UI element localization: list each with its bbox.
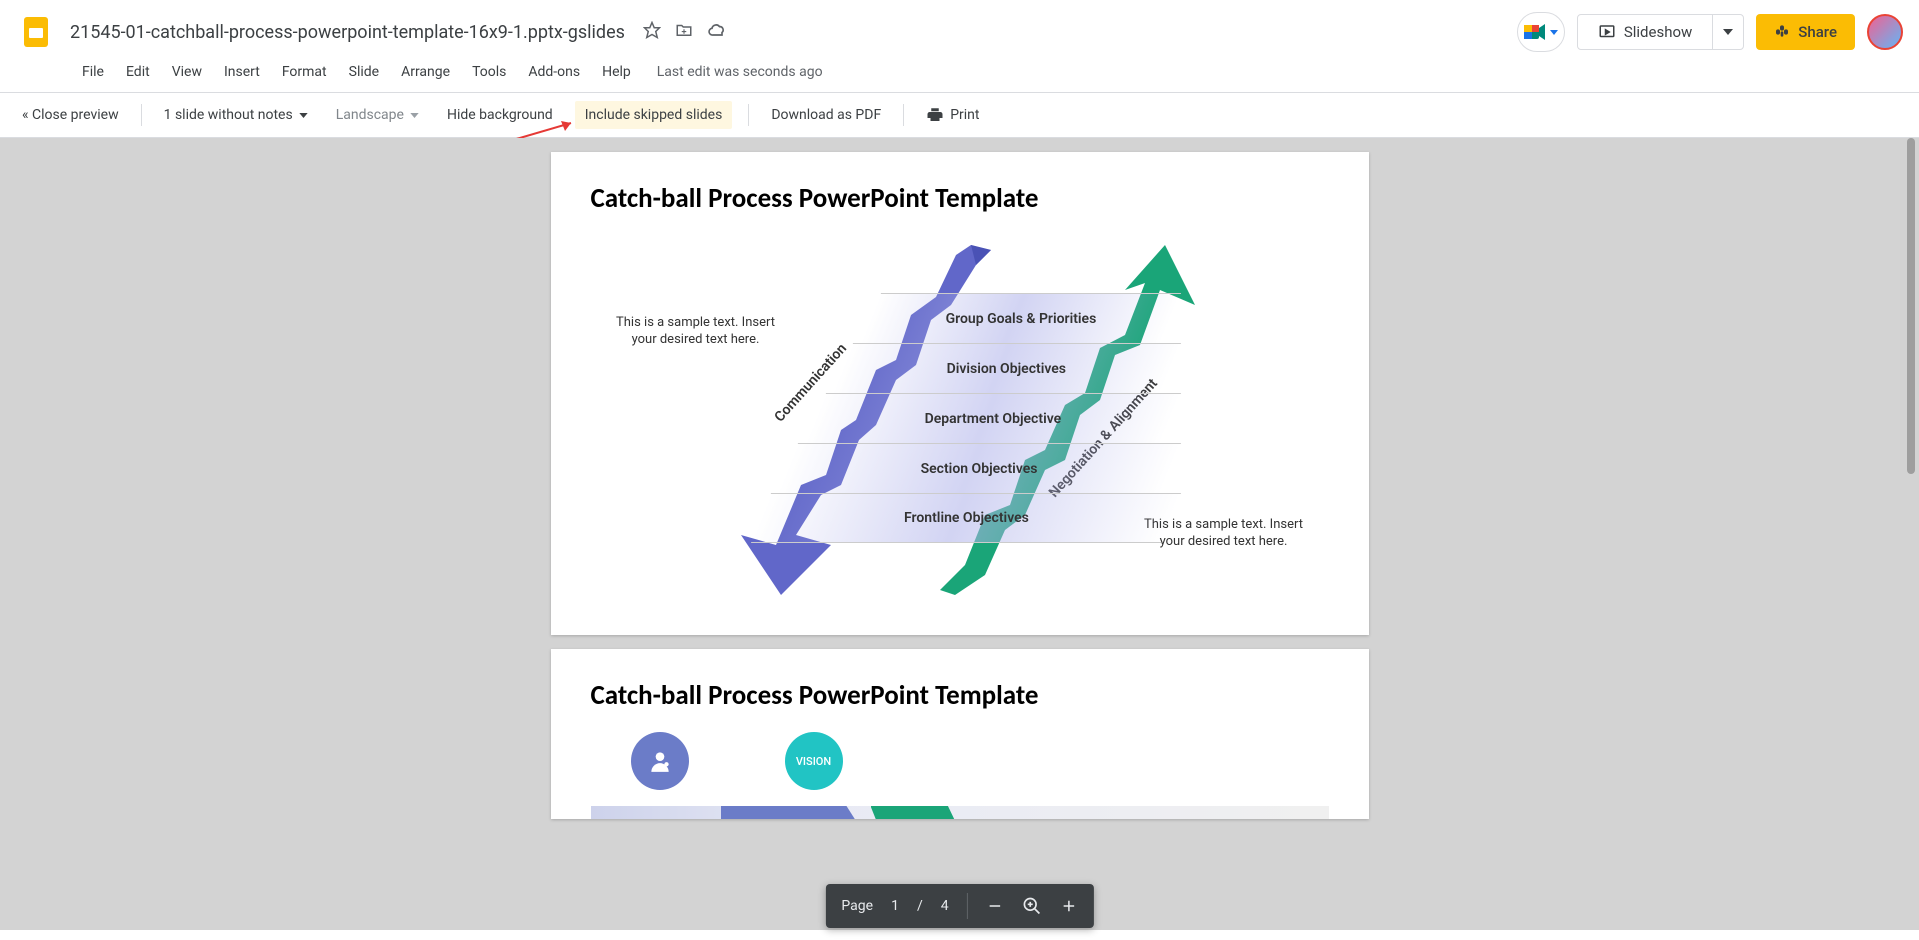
meet-button[interactable] [1517,12,1565,52]
page-separator: / [917,898,923,914]
page-label: Page [841,898,873,914]
slide-title: Catch-ball Process PowerPoint Template [591,679,1329,712]
move-icon[interactable] [675,21,693,43]
zoom-out-icon[interactable] [986,897,1004,915]
process-bar-bg [591,806,1329,819]
sample-text-left: This is a sample text. Insert your desir… [611,315,781,349]
slideshow-button-group: Slideshow [1577,14,1744,50]
orientation-dropdown[interactable]: Landscape [330,103,425,127]
row-frontline: Frontline Objectives [750,493,1180,543]
print-button[interactable]: Print [920,102,985,128]
menu-arrange[interactable]: Arrange [391,60,460,84]
menu-insert[interactable]: Insert [214,60,270,84]
page-current[interactable]: 1 [891,898,899,914]
slides-logo[interactable] [16,12,56,52]
menu-tools[interactable]: Tools [462,60,516,84]
slide-2: Catch-ball Process PowerPoint Template V… [551,649,1369,819]
menubar: File Edit View Insert Format Slide Arran… [16,56,1903,92]
zoom-toolbar: Page 1 / 4 [825,884,1093,928]
last-edit-text[interactable]: Last edit was seconds ago [643,60,837,84]
slide-title: Catch-ball Process PowerPoint Template [591,182,1329,215]
menu-view[interactable]: View [162,60,212,84]
slideshow-dropdown[interactable] [1712,15,1743,49]
slideshow-button[interactable]: Slideshow [1578,15,1712,49]
user-circle-icon [631,732,689,790]
menu-format[interactable]: Format [272,60,337,84]
row-group-goals: Group Goals & Priorities [860,293,1180,343]
star-icon[interactable] [643,21,661,43]
row-department: Department Objective [805,393,1180,443]
close-preview-button[interactable]: « Close preview [16,103,125,127]
slide-1: Catch-ball Process PowerPoint Template T… [551,152,1369,635]
document-title[interactable]: 21545-01-catchball-process-powerpoint-te… [64,20,631,45]
process-bar-blue [721,806,861,819]
print-preview-toolbar: « Close preview 1 slide without notes La… [0,92,1919,138]
row-division: Division Objectives [832,343,1180,393]
menu-file[interactable]: File [72,60,114,84]
objectives-rows: Group Goals & Priorities Division Object… [761,293,1171,543]
account-avatar[interactable] [1867,14,1903,50]
menu-help[interactable]: Help [592,60,641,84]
preview-canvas[interactable]: Catch-ball Process PowerPoint Template T… [0,138,1919,930]
row-section: Section Objectives [777,443,1180,493]
hide-background-button[interactable]: Hide background [441,103,559,127]
zoom-in-icon[interactable] [1060,897,1078,915]
share-button[interactable]: Share [1756,14,1855,50]
page-total: 4 [941,898,949,914]
cloud-icon[interactable] [707,20,727,44]
process-bar-measure: Measure [871,806,959,819]
zoom-fit-icon[interactable] [1022,896,1042,916]
vision-circle: VISION [785,732,843,790]
include-skipped-slides-button[interactable]: Include skipped slides [575,101,733,129]
menu-edit[interactable]: Edit [116,60,160,84]
menu-slide[interactable]: Slide [339,60,389,84]
scrollbar[interactable] [1907,138,1915,474]
download-pdf-button[interactable]: Download as PDF [765,103,887,127]
slides-notes-dropdown[interactable]: 1 slide without notes [158,103,314,127]
menu-addons[interactable]: Add-ons [518,60,590,84]
